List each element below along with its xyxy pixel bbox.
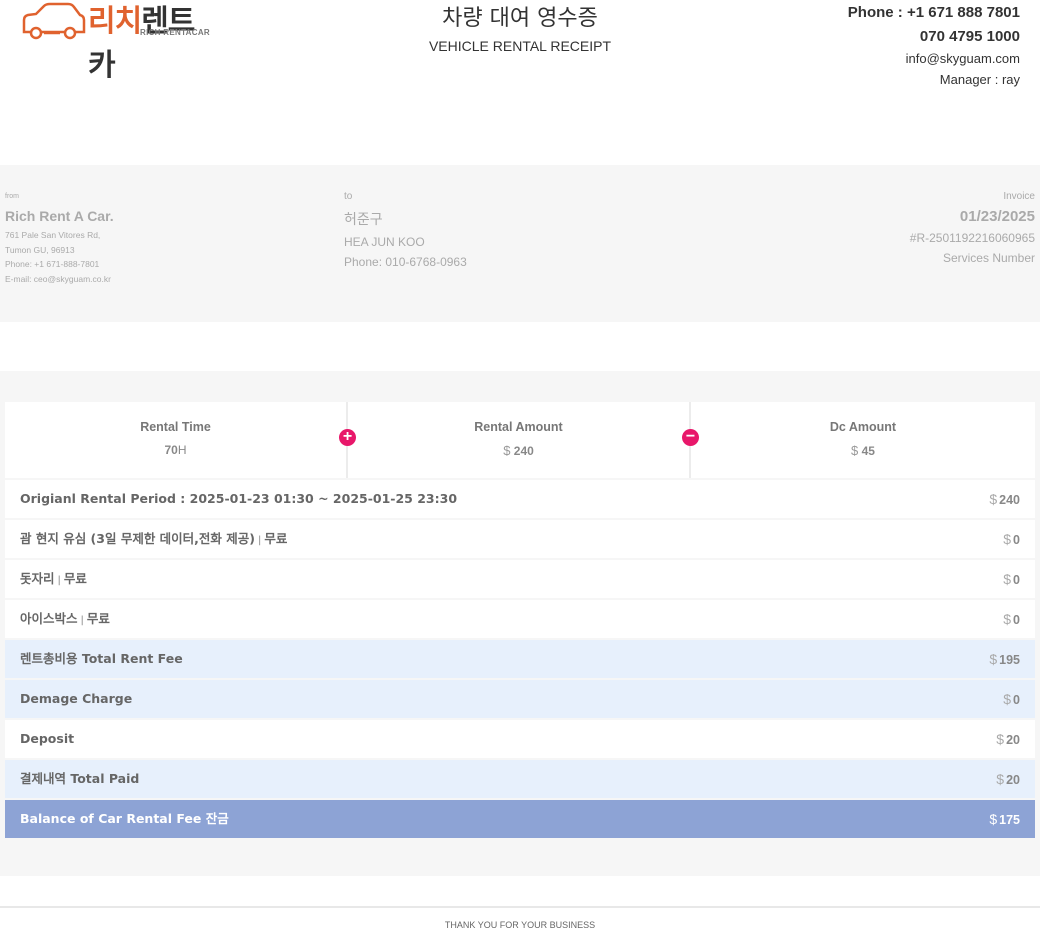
charge-row-label: 돗자리 | 무료 bbox=[20, 571, 87, 586]
charge-row-label: Origianl Rental Period : 2025-01-23 01:3… bbox=[20, 491, 458, 506]
charge-row-amount: $195 bbox=[989, 651, 1020, 667]
dc-amount-label: Dc Amount bbox=[829, 420, 897, 434]
from-block: from Rich Rent A Car. 761 Pale San Vitor… bbox=[5, 193, 305, 286]
receipt-header: 리치렌트카 RICH RENTACAR 차량 대여 영수증 VEHICLE RE… bbox=[0, 0, 1040, 120]
rental-amount-value: $ 240 bbox=[503, 443, 534, 458]
charge-row-rental-period: Origianl Rental Period : 2025-01-23 01:3… bbox=[5, 480, 1035, 518]
charge-row-amount: $0 bbox=[1003, 611, 1020, 627]
charge-row-balance: Balance of Car Rental Fee 잔금 $175 bbox=[5, 800, 1035, 838]
company-contact: Phone : +1 671 888 7801 070 4795 1000 in… bbox=[848, 4, 1020, 88]
rental-amount-label: Rental Amount bbox=[474, 420, 563, 434]
customer-phone: Phone: 010-6768-0963 bbox=[344, 255, 467, 269]
rental-time-value: 70H bbox=[164, 443, 187, 457]
dc-amount-stat: Dc Amount $ 45 bbox=[691, 402, 1035, 478]
charge-row-sim: 괌 현지 유심 (3일 무제한 데이터,전화 제공) | 무료 $0 bbox=[5, 520, 1035, 558]
charge-row-total-paid: 결제내역 Total Paid $20 bbox=[5, 760, 1035, 798]
contact-phone-primary: Phone : +1 671 888 7801 bbox=[847, 4, 1020, 21]
invoice-date: 01/23/2025 bbox=[959, 208, 1035, 225]
charge-row-amount: $0 bbox=[1003, 691, 1020, 707]
to-block: to 허준구 HEA JUN KOO Phone: 010-6768-0963 bbox=[344, 191, 664, 269]
rental-time-label: Rental Time bbox=[140, 420, 211, 434]
invoice-label: Invoice bbox=[1003, 191, 1035, 202]
footer-thank-you: THANK YOU FOR YOUR BUSINESS bbox=[444, 920, 596, 930]
contact-phone-secondary: 070 4795 1000 bbox=[919, 28, 1020, 45]
charge-row-deposit: Deposit $20 bbox=[5, 720, 1035, 758]
charge-row-amount: $240 bbox=[989, 491, 1020, 507]
charge-row-amount: $0 bbox=[1003, 571, 1020, 587]
customer-name-english: HEA JUN KOO bbox=[344, 235, 425, 249]
rental-stats: Rental Time 70H Rental Amount $ 240 Dc A… bbox=[5, 402, 1035, 478]
invoice-number: #R-2501192216060965 bbox=[909, 231, 1035, 245]
charge-row-amount: $20 bbox=[996, 731, 1020, 747]
to-label: to bbox=[344, 191, 353, 202]
rental-time-stat: Rental Time 70H bbox=[5, 402, 346, 478]
from-company-name: Rich Rent A Car. bbox=[5, 208, 114, 224]
footer-divider bbox=[0, 906, 1040, 908]
charge-row-label: 렌트총비용 Total Rent Fee bbox=[20, 651, 183, 666]
from-address-line2: Tumon GU, 96913 bbox=[5, 244, 75, 255]
charge-row-label: Balance of Car Rental Fee 잔금 bbox=[20, 811, 229, 826]
invoice-block: Invoice 01/23/2025 #R-2501192216060965 S… bbox=[910, 191, 1035, 265]
charge-row-label: 아이스박스 | 무료 bbox=[20, 611, 110, 626]
charge-row-label: Demage Charge bbox=[20, 691, 133, 706]
from-phone: Phone: +1 671-888-7801 bbox=[5, 259, 100, 269]
charge-row-mat: 돗자리 | 무료 $0 bbox=[5, 560, 1035, 598]
plus-circle-icon: + bbox=[339, 429, 356, 446]
customer-name-korean: 허준구 bbox=[344, 212, 383, 228]
from-email: E-mail: ceo@skyguam.co.kr bbox=[5, 273, 111, 284]
charge-rows: Origianl Rental Period : 2025-01-23 01:3… bbox=[5, 480, 1035, 840]
services-number-label: Services Number bbox=[942, 251, 1035, 265]
charge-row-label: 결제내역 Total Paid bbox=[20, 771, 140, 786]
charge-row-total-rent-fee: 렌트총비용 Total Rent Fee $195 bbox=[5, 640, 1035, 678]
minus-circle-icon: − bbox=[682, 429, 699, 446]
contact-manager: Manager : ray bbox=[939, 72, 1020, 87]
dc-amount-value: $ 45 bbox=[851, 443, 875, 458]
charge-row-amount: $0 bbox=[1003, 531, 1020, 547]
charge-row-amount: $20 bbox=[996, 771, 1020, 787]
contact-email: info@skyguam.com bbox=[905, 51, 1020, 66]
charge-row-damage-charge: Demage Charge $0 bbox=[5, 680, 1035, 718]
rental-amount-stat: Rental Amount $ 240 bbox=[348, 402, 689, 478]
charge-row-label: 괌 현지 유심 (3일 무제한 데이터,전화 제공) | 무료 bbox=[20, 531, 288, 546]
from-address-line1: 761 Pale San Vitores Rd, bbox=[5, 230, 101, 240]
charge-row-icebox: 아이스박스 | 무료 $0 bbox=[5, 600, 1035, 638]
party-info-section: from Rich Rent A Car. 761 Pale San Vitor… bbox=[0, 165, 1040, 322]
charge-row-amount: $175 bbox=[989, 811, 1020, 827]
from-label: from bbox=[5, 193, 19, 200]
charge-row-label: Deposit bbox=[20, 731, 75, 746]
